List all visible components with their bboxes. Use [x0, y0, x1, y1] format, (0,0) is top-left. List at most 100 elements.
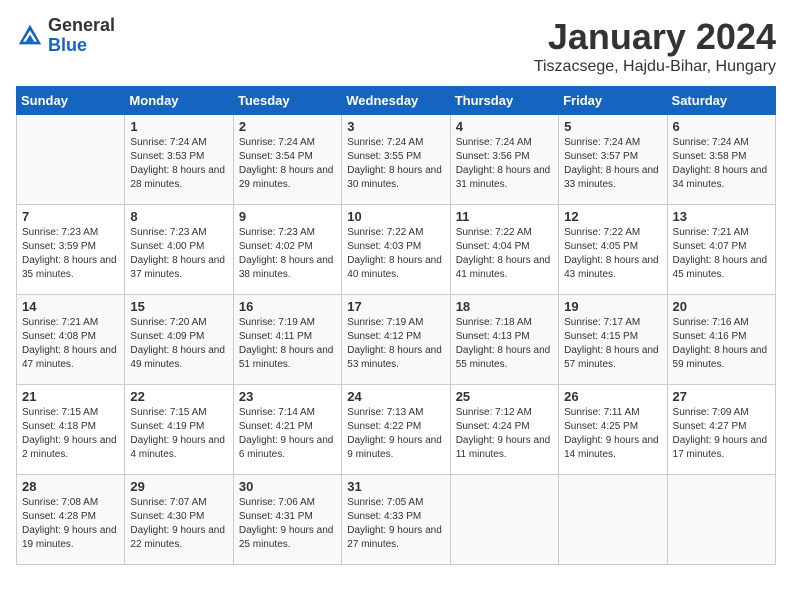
- daylight-text: Daylight: 8 hours and 43 minutes.: [564, 255, 659, 280]
- daylight-text: Daylight: 9 hours and 19 minutes.: [22, 525, 117, 550]
- daylight-text: Daylight: 8 hours and 35 minutes.: [22, 255, 117, 280]
- logo-icon: [16, 22, 44, 50]
- day-info: Sunrise: 7:22 AMSunset: 4:03 PMDaylight:…: [347, 226, 444, 282]
- calendar-cell: 5 Sunrise: 7:24 AMSunset: 3:57 PMDaylight…: [559, 115, 667, 205]
- daylight-text: Daylight: 9 hours and 11 minutes.: [456, 435, 551, 460]
- daylight-text: Daylight: 8 hours and 37 minutes.: [130, 255, 225, 280]
- day-number: 12: [564, 209, 661, 224]
- day-number: 10: [347, 209, 444, 224]
- day-info: Sunrise: 7:13 AMSunset: 4:22 PMDaylight:…: [347, 406, 444, 462]
- calendar-cell: 19 Sunrise: 7:17 AM Sunset: 4:15 PM Dayligh…: [559, 295, 667, 385]
- weekday-tuesday: Tuesday: [233, 87, 341, 115]
- daylight-text: Daylight: 9 hours and 2 minutes.: [22, 435, 117, 460]
- calendar-cell: [450, 475, 558, 565]
- sunset-text: Sunset: 4:13 PM: [456, 331, 530, 342]
- calendar-cell: 27 Sunrise: 7:09 AMSunset: 4:27 PMDayligh…: [667, 385, 775, 475]
- day-number: 24: [347, 389, 444, 404]
- daylight-text: Daylight: 8 hours and 40 minutes.: [347, 255, 442, 280]
- calendar-cell: 15Sunrise: 7:20 AMSunset: 4:09 PMDayligh…: [125, 295, 233, 385]
- sunset-text: Sunset: 4:21 PM: [239, 421, 313, 432]
- sunset-text: Sunset: 4:31 PM: [239, 511, 313, 522]
- day-number: 2: [239, 119, 336, 134]
- page-header: General Blue January 2024 Tiszacsege, Ha…: [16, 16, 776, 76]
- sunrise-text: Sunrise: 7:22 AM: [564, 227, 640, 238]
- sunrise-text: Sunrise: 7:23 AM: [130, 227, 206, 238]
- logo-blue-text: Blue: [48, 36, 115, 56]
- title-block: January 2024 Tiszacsege, Hajdu-Bihar, Hu…: [534, 16, 776, 76]
- calendar-cell: 22Sunrise: 7:15 AMSunset: 4:19 PMDayligh…: [125, 385, 233, 475]
- day-number: 27: [673, 389, 770, 404]
- sunset-text: Sunset: 4:08 PM: [22, 331, 96, 342]
- day-info: Sunrise: 7:09 AMSunset: 4:27 PMDaylight:…: [673, 406, 770, 462]
- day-info: Sunrise: 7:21 AMSunset: 4:08 PMDaylight:…: [22, 316, 119, 372]
- weekday-wednesday: Wednesday: [342, 87, 450, 115]
- sunset-text: Sunset: 4:15 PM: [564, 331, 638, 342]
- day-info: Sunrise: 7:24 AMSunset: 3:57 PMDaylight:…: [564, 136, 661, 192]
- calendar-cell: 9Sunrise: 7:23 AMSunset: 4:02 PMDaylight…: [233, 205, 341, 295]
- day-number: 5: [564, 119, 661, 134]
- sunrise-text: Sunrise: 7:23 AM: [22, 227, 98, 238]
- sunset-text: Sunset: 4:05 PM: [564, 241, 638, 252]
- calendar-cell: 18Sunrise: 7:18 AMSunset: 4:13 PMDayligh…: [450, 295, 558, 385]
- calendar-cell: 3 Sunrise: 7:24 AMSunset: 3:55 PMDaylight…: [342, 115, 450, 205]
- sunrise-text: Sunrise: 7:11 AM: [564, 407, 639, 418]
- sunrise-text: Sunrise: 7:17 AM: [564, 317, 640, 328]
- day-info: Sunrise: 7:16 AMSunset: 4:16 PMDaylight:…: [673, 316, 770, 372]
- day-number: 17: [347, 299, 444, 314]
- day-number: 11: [456, 209, 553, 224]
- calendar-cell: 24Sunrise: 7:13 AMSunset: 4:22 PMDayligh…: [342, 385, 450, 475]
- location-text: Tiszacsege, Hajdu-Bihar, Hungary: [534, 58, 776, 76]
- sunset-text: Sunset: 4:18 PM: [22, 421, 96, 432]
- day-number: 22: [130, 389, 227, 404]
- day-info: Sunrise: 7:08 AMSunset: 4:28 PMDaylight:…: [22, 496, 119, 552]
- sunset-text: Sunset: 4:12 PM: [347, 331, 421, 342]
- sunrise-text: Sunrise: 7:24 AM: [130, 137, 206, 148]
- weekday-thursday: Thursday: [450, 87, 558, 115]
- day-info: Sunrise: 7:24 AMSunset: 3:55 PMDaylight:…: [347, 136, 444, 192]
- sunrise-text: Sunrise: 7:13 AM: [347, 407, 423, 418]
- daylight-text: Daylight: 8 hours and 33 minutes.: [564, 165, 659, 190]
- calendar-week-5: 28Sunrise: 7:08 AMSunset: 4:28 PMDayligh…: [17, 475, 776, 565]
- sunset-text: Sunset: 4:00 PM: [130, 241, 204, 252]
- month-title: January 2024: [534, 16, 776, 58]
- day-info: Sunrise: 7:05 AMSunset: 4:33 PMDaylight:…: [347, 496, 444, 552]
- day-info: Sunrise: 7:06 AMSunset: 4:31 PMDaylight:…: [239, 496, 336, 552]
- day-info: Sunrise: 7:24 AMSunset: 3:56 PMDaylight:…: [456, 136, 553, 192]
- sunrise-text: Sunrise: 7:08 AM: [22, 497, 98, 508]
- daylight-text: Daylight: 8 hours and 29 minutes.: [239, 165, 334, 190]
- calendar-cell: 1Sunrise: 7:24 AMSunset: 3:53 PMDaylight…: [125, 115, 233, 205]
- day-number: 8: [130, 209, 227, 224]
- day-number: 19: [564, 299, 661, 314]
- day-number: 16: [239, 299, 336, 314]
- daylight-text: Daylight: 9 hours and 22 minutes.: [130, 525, 225, 550]
- sunrise-text: Sunrise: 7:24 AM: [347, 137, 423, 148]
- sunrise-text: Sunrise: 7:07 AM: [130, 497, 206, 508]
- daylight-text: Daylight: 8 hours and 31 minutes.: [456, 165, 551, 190]
- calendar-table: SundayMondayTuesdayWednesdayThursdayFrid…: [16, 86, 776, 565]
- calendar-body: 1Sunrise: 7:24 AMSunset: 3:53 PMDaylight…: [17, 115, 776, 565]
- calendar-cell: 16Sunrise: 7:19 AMSunset: 4:11 PMDayligh…: [233, 295, 341, 385]
- day-number: 7: [22, 209, 119, 224]
- sunset-text: Sunset: 4:19 PM: [130, 421, 204, 432]
- daylight-text: Daylight: 8 hours and 51 minutes.: [239, 345, 334, 370]
- sunrise-text: Sunrise: 7:19 AM: [239, 317, 315, 328]
- day-number: 1: [130, 119, 227, 134]
- sunset-text: Sunset: 4:03 PM: [347, 241, 421, 252]
- calendar-cell: 29 Sunrise: 7:07 AM Sunset: 4:30 PM Dayligh…: [125, 475, 233, 565]
- sunrise-text: Sunrise: 7:15 AM: [130, 407, 206, 418]
- sunrise-text: Sunrise: 7:24 AM: [239, 137, 315, 148]
- daylight-text: Daylight: 9 hours and 17 minutes.: [673, 435, 768, 460]
- calendar-cell: 20Sunrise: 7:16 AMSunset: 4:16 PMDayligh…: [667, 295, 775, 385]
- sunset-text: Sunset: 3:59 PM: [22, 241, 96, 252]
- daylight-text: Daylight: 8 hours and 59 minutes.: [673, 345, 768, 370]
- sunset-text: Sunset: 4:04 PM: [456, 241, 530, 252]
- sunset-text: Sunset: 4:30 PM: [130, 511, 204, 522]
- daylight-text: Daylight: 8 hours and 34 minutes.: [673, 165, 768, 190]
- day-number: 29: [130, 479, 227, 494]
- logo: General Blue: [16, 16, 115, 56]
- daylight-text: Daylight: 8 hours and 57 minutes.: [564, 345, 659, 370]
- day-number: 13: [673, 209, 770, 224]
- sunrise-text: Sunrise: 7:19 AM: [347, 317, 423, 328]
- day-number: 3: [347, 119, 444, 134]
- sunset-text: Sunset: 4:22 PM: [347, 421, 421, 432]
